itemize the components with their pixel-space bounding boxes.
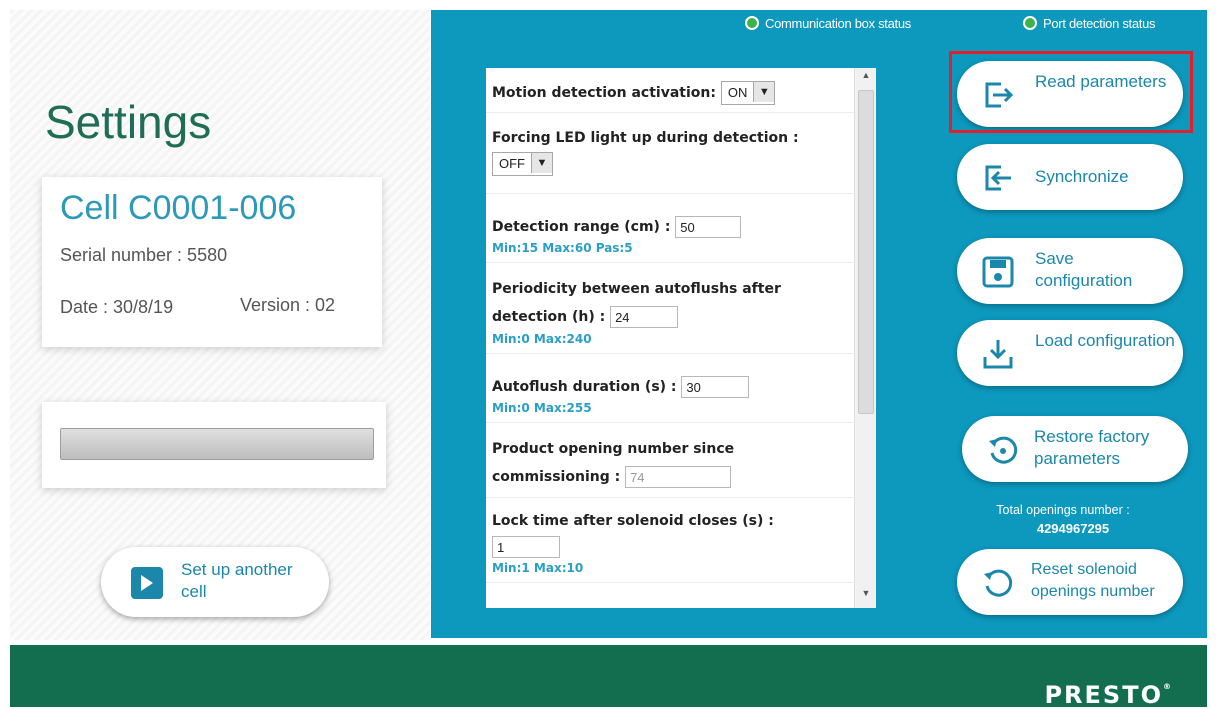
param-range-label: Detection range (cm) : [492,219,671,235]
communication-status-label: Communication box status [765,16,911,31]
total-openings-label: Total openings number : [996,503,1130,517]
play-icon [131,567,163,599]
save-icon [982,256,1014,288]
param-motion: Motion detection activation: ON ▼ [486,68,854,113]
param-opening: Product opening number since commissioni… [486,423,854,498]
scroll-down-icon[interactable]: ▼ [855,588,876,606]
brand-logo-text: PRESTO [1044,681,1163,709]
scroll-up-icon[interactable]: ▲ [855,70,876,88]
range-input[interactable] [675,216,742,238]
highlight-frame [949,51,1193,133]
motion-select-value: ON [727,85,748,100]
chevron-down-icon[interactable]: ▼ [531,153,552,173]
date: Date : 30/8/19 [60,297,174,317]
param-lock: Lock time after solenoid closes (s) : Mi… [486,498,854,583]
param-autoflush-label: Autoflush duration (s) : [492,379,677,395]
motion-select[interactable]: ON ▼ [720,81,776,105]
param-lock-hint: Min:1 Max:10 [492,561,584,575]
scrollbar[interactable]: ▲ ▼ [854,68,876,608]
footer: PRESTO® [10,645,1207,709]
param-lock-label: Lock time after solenoid closes (s) : [492,513,774,529]
reset-solenoid-label: Reset solenoid openings number [1031,561,1155,600]
status-indicator-icon [745,16,759,30]
setup-another-cell-button[interactable]: Set up another cell [101,547,329,617]
total-openings-value: 4294967295 [1036,521,1110,536]
page-title: Settings [45,96,212,148]
status-indicator-icon [1023,16,1037,30]
cell-info-card: Cell C0001-006 Serial number : 5580 Date… [42,177,382,347]
autoflush-input[interactable] [681,376,750,398]
cell-name: Cell C0001-006 [60,189,297,227]
load-configuration-button[interactable]: Load configuration [957,320,1183,386]
sync-icon [985,165,1011,191]
param-led: Forcing LED light up during detection : … [486,113,854,194]
param-led-label: Forcing LED light up during detection : [492,130,799,146]
setup-another-cell-label: Set up another cell [181,560,293,601]
load-configuration-label: Load configuration [1035,331,1175,350]
param-range: Detection range (cm) : Min:15 Max:60 Pas… [486,194,854,263]
restore-factory-label: Restore factory parameters [1034,427,1150,468]
save-configuration-button[interactable]: Save configuration [957,238,1183,304]
reset-solenoid-button[interactable]: Reset solenoid openings number [957,549,1183,615]
registered-mark: ® [1163,682,1171,691]
led-select[interactable]: OFF ▼ [492,152,553,176]
periodicity-input[interactable] [610,306,679,328]
version: Version : 02 [240,295,336,315]
parameters-list: Motion detection activation: ON ▼ Forcing… [486,68,876,608]
brand-logo: PRESTO® [1044,681,1171,709]
port-status: Port detection status [1023,16,1156,31]
reset-icon [984,569,1013,597]
param-motion-label: Motion detection activation: [492,85,716,101]
parameters-content: Motion detection activation: ON ▼ Forcing… [486,68,854,583]
communication-status: Communication box status [745,16,911,31]
param-autoflush: Autoflush duration (s) : Min:0 Max:255 [486,354,854,423]
param-periodicity: Periodicity between autoflushs after det… [486,263,854,354]
download-icon [983,340,1013,369]
progress-card [42,402,386,488]
restore-icon [989,436,1018,464]
save-configuration-label: Save configuration [1035,249,1133,290]
param-range-hint: Min:15 Max:60 Pas:5 [492,241,633,255]
opening-input [625,466,732,488]
restore-factory-button[interactable]: Restore factory parameters [962,416,1188,482]
param-autoflush-hint: Min:0 Max:255 [492,401,592,415]
serial-number: Serial number : 5580 [60,245,228,265]
scroll-thumb[interactable] [858,90,874,414]
lock-input[interactable] [492,536,560,558]
led-select-value: OFF [499,156,525,171]
synchronize-button[interactable]: Synchronize [957,144,1183,210]
chevron-down-icon[interactable]: ▼ [753,82,775,102]
synchronize-label: Synchronize [1035,167,1129,186]
port-status-label: Port detection status [1043,16,1156,31]
progress-bar [60,428,374,460]
param-periodicity-hint: Min:0 Max:240 [492,332,592,346]
